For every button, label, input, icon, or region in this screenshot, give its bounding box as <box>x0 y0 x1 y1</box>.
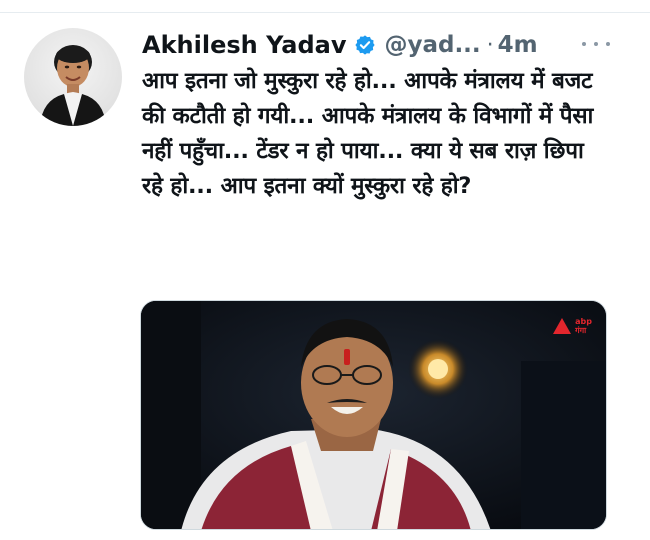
verified-badge-icon <box>354 34 376 56</box>
tweet-text: आप इतना जो मुस्कुरा रहे हो... आपके मंत्र… <box>142 68 594 199</box>
dot-separator: · <box>486 32 494 58</box>
abp-logo-icon <box>553 318 572 334</box>
top-divider <box>0 12 650 13</box>
tweet-header: Akhilesh Yadav @yad... · 4m <box>142 28 622 62</box>
watermark-line2: गंगा <box>575 326 587 335</box>
author-name[interactable]: Akhilesh Yadav <box>142 31 346 59</box>
avatar[interactable] <box>24 28 122 126</box>
more-horizontal-icon[interactable] <box>582 32 610 56</box>
tweet-timestamp[interactable]: 4m <box>498 32 538 58</box>
author-handle[interactable]: @yad... <box>384 32 480 58</box>
channel-watermark: abp गंगा <box>553 317 592 335</box>
tweet-media-image[interactable]: abp गंगा <box>140 300 607 530</box>
watermark-line1: abp <box>575 317 592 326</box>
